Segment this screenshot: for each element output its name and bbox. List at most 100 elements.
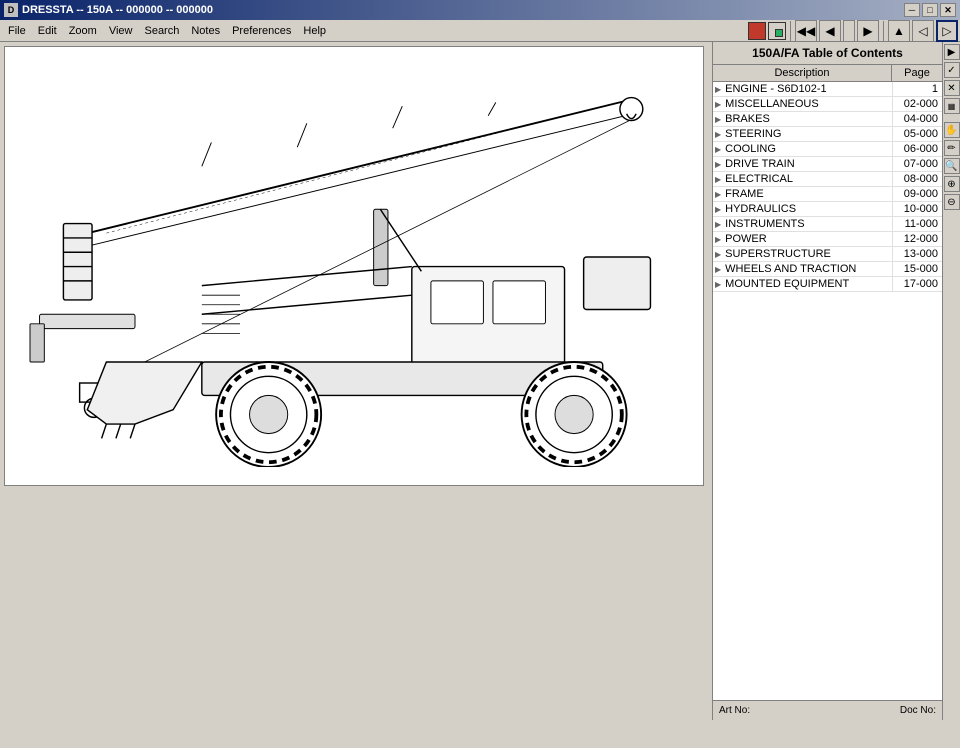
nav-empty-button[interactable] <box>843 20 855 42</box>
menu-search[interactable]: Search <box>138 23 185 39</box>
side-tool-9[interactable]: ⊖ <box>944 194 960 210</box>
toc-list[interactable]: ▶ENGINE - S6D102-11▶MISCELLANEOUS02-000▶… <box>713 82 942 700</box>
image-area <box>4 46 704 486</box>
toc-row-description: ENGINE - S6D102-1 <box>723 82 892 96</box>
toc-row-arrow: ▶ <box>713 205 723 214</box>
toolbar-separator2 <box>883 21 884 41</box>
toc-row[interactable]: ▶STEERING05-000 <box>713 127 942 142</box>
toc-row-description: STEERING <box>723 127 892 141</box>
toc-row-description: ELECTRICAL <box>723 172 892 186</box>
toc-row-description: COOLING <box>723 142 892 156</box>
toc-row[interactable]: ▶FRAME09-000 <box>713 187 942 202</box>
nav-back-button[interactable]: ◁ <box>912 20 934 42</box>
color-grid-button2[interactable] <box>768 22 786 40</box>
toc-row[interactable]: ▶SUPERSTRUCTURE13-000 <box>713 247 942 262</box>
title-text: DRESSTA -- 150A -- 000000 -- 000000 <box>22 4 213 16</box>
side-tool-5[interactable]: ✋ <box>944 122 960 138</box>
toc-row[interactable]: ▶WHEELS AND TRACTION15-000 <box>713 262 942 277</box>
right-toolbar-icons: ◀◀ ◀ ▶ ▲ ◁ ▷ <box>748 20 958 42</box>
toc-row-description: HYDRAULICS <box>723 202 892 216</box>
toc-row[interactable]: ▶COOLING06-000 <box>713 142 942 157</box>
side-tool-2[interactable]: ✓ <box>944 62 960 78</box>
toc-row-description: POWER <box>723 232 892 246</box>
toc-row-page: 13-000 <box>892 247 942 261</box>
color-grid-button[interactable] <box>748 22 766 40</box>
toc-row-page: 08-000 <box>892 172 942 186</box>
toc-row[interactable]: ▶ENGINE - S6D102-11 <box>713 82 942 97</box>
toc-row-arrow: ▶ <box>713 115 723 124</box>
left-panel <box>0 42 712 720</box>
toc-row-page: 10-000 <box>892 202 942 216</box>
toc-row-page: 04-000 <box>892 112 942 126</box>
crane-illustration <box>5 47 685 467</box>
toc-row-page: 09-000 <box>892 187 942 201</box>
toc-row-description: SUPERSTRUCTURE <box>723 247 892 261</box>
title-bar: D DRESSTA -- 150A -- 000000 -- 000000 ─ … <box>0 0 960 20</box>
col-description-header: Description <box>713 65 892 81</box>
toc-row[interactable]: ▶MISCELLANEOUS02-000 <box>713 97 942 112</box>
toc-row[interactable]: ▶BRAKES04-000 <box>713 112 942 127</box>
toc-title: 150A/FA Table of Contents <box>713 42 942 65</box>
menu-file[interactable]: File <box>2 23 32 39</box>
toc-row-arrow: ▶ <box>713 190 723 199</box>
toc-row[interactable]: ▶ELECTRICAL08-000 <box>713 172 942 187</box>
toc-row-page: 12-000 <box>892 232 942 246</box>
toc-row-arrow: ▶ <box>713 100 723 109</box>
toc-row-arrow: ▶ <box>713 130 723 139</box>
menu-zoom[interactable]: Zoom <box>63 23 103 39</box>
toc-row-page: 11-000 <box>892 217 942 231</box>
side-tool-1[interactable]: ▶ <box>944 44 960 60</box>
menu-help[interactable]: Help <box>297 23 332 39</box>
main-content: 150A/FA Table of Contents Description Pa… <box>0 42 960 720</box>
toc-row[interactable]: ▶HYDRAULICS10-000 <box>713 202 942 217</box>
toc-row-description: DRIVE TRAIN <box>723 157 892 171</box>
side-tool-7[interactable]: 🔍 <box>944 158 960 174</box>
toc-row-arrow: ▶ <box>713 265 723 274</box>
toolbar-separator <box>790 21 791 41</box>
toc-row-description: MISCELLANEOUS <box>723 97 892 111</box>
toc-row[interactable]: ▶INSTRUMENTS11-000 <box>713 217 942 232</box>
nav-first-button[interactable]: ◀◀ <box>795 20 817 42</box>
toc-row-arrow: ▶ <box>713 250 723 259</box>
toc-row-arrow: ▶ <box>713 85 723 94</box>
menu-edit[interactable]: Edit <box>32 23 63 39</box>
close-button[interactable]: ✕ <box>940 3 956 17</box>
menu-notes[interactable]: Notes <box>185 23 226 39</box>
menu-preferences[interactable]: Preferences <box>226 23 297 39</box>
nav-prev-button[interactable]: ◀ <box>819 20 841 42</box>
toc-row-page: 17-000 <box>892 277 942 291</box>
toc-row-arrow: ▶ <box>713 175 723 184</box>
toc-row[interactable]: ▶MOUNTED EQUIPMENT17-000 <box>713 277 942 292</box>
menu-view[interactable]: View <box>103 23 139 39</box>
toc-row-page: 05-000 <box>892 127 942 141</box>
app-icon: D <box>4 3 18 17</box>
nav-next-button[interactable]: ▶ <box>857 20 879 42</box>
toc-row-page: 07-000 <box>892 157 942 171</box>
toc-column-header: Description Page <box>713 65 942 82</box>
toc-row-page: 15-000 <box>892 262 942 276</box>
minimize-button[interactable]: ─ <box>904 3 920 17</box>
side-tool-8[interactable]: ⊕ <box>944 176 960 192</box>
nav-up-button[interactable]: ▲ <box>888 20 910 42</box>
toc-bottom: Art No: Doc No: <box>713 700 942 720</box>
side-tool-6[interactable]: ✏ <box>944 140 960 156</box>
title-bar-buttons: ─ □ ✕ <box>904 3 956 17</box>
side-tool-4[interactable]: ▦ <box>944 98 960 114</box>
toc-row-description: INSTRUMENTS <box>723 217 892 231</box>
toc-row-description: FRAME <box>723 187 892 201</box>
maximize-button[interactable]: □ <box>922 3 938 17</box>
toc-row-arrow: ▶ <box>713 160 723 169</box>
toc-row[interactable]: ▶POWER12-000 <box>713 232 942 247</box>
below-image-area <box>0 490 712 720</box>
toc-row-arrow: ▶ <box>713 235 723 244</box>
side-toolbar: ▶ ✓ ✕ ▦ ✋ ✏ 🔍 ⊕ ⊖ <box>942 42 960 720</box>
doc-no-label: Doc No: <box>900 705 936 716</box>
toc-panel: 150A/FA Table of Contents Description Pa… <box>712 42 942 720</box>
side-tool-3[interactable]: ✕ <box>944 80 960 96</box>
toc-row-description: MOUNTED EQUIPMENT <box>723 277 892 291</box>
art-no-label: Art No: <box>719 705 750 716</box>
col-page-header: Page <box>892 65 942 81</box>
toc-row[interactable]: ▶DRIVE TRAIN07-000 <box>713 157 942 172</box>
toc-row-description: WHEELS AND TRACTION <box>723 262 892 276</box>
nav-forward-button[interactable]: ▷ <box>936 20 958 42</box>
